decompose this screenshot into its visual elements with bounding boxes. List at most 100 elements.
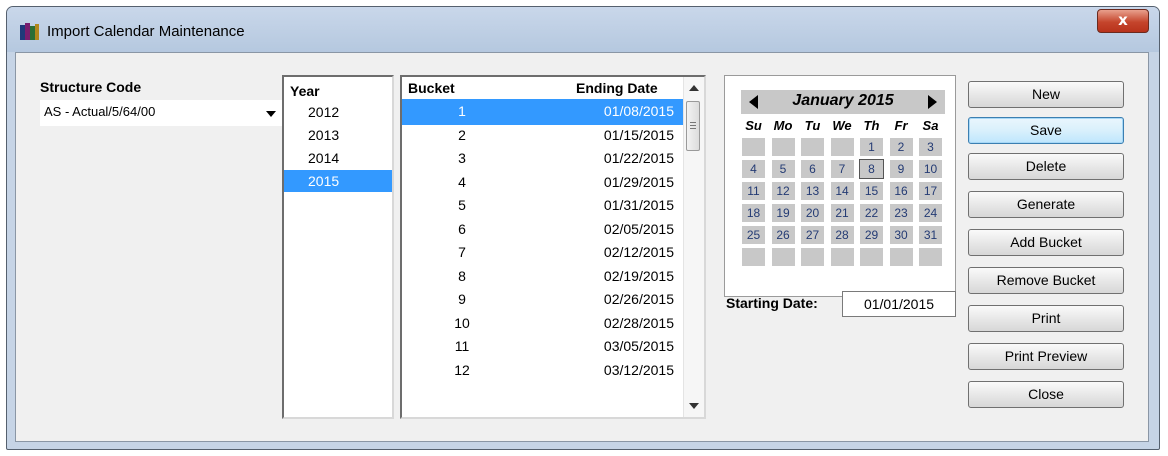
calendar-empty-day[interactable] [889, 248, 913, 266]
calendar-day[interactable]: 9 [889, 160, 913, 178]
calendar-day[interactable]: 22 [860, 204, 883, 222]
calendar-day[interactable]: 13 [801, 182, 824, 200]
calendar-day[interactable]: 12 [771, 182, 795, 200]
calendar-empty-day[interactable] [771, 248, 795, 266]
calendar-empty-day[interactable] [801, 248, 824, 266]
calendar-day[interactable]: 1 [860, 138, 883, 156]
bucket-row[interactable]: 6 02/05/2015 [402, 217, 684, 243]
calendar-day[interactable]: 23 [889, 204, 913, 222]
calendar-day[interactable]: 31 [919, 226, 942, 244]
bucket-row[interactable]: 8 02/19/2015 [402, 264, 684, 290]
weekday-label: Th [863, 118, 880, 133]
bucket-scrollbar[interactable] [683, 77, 704, 417]
bucket-ending-date: 02/19/2015 [603, 267, 674, 284]
year-item[interactable]: 2015 [284, 170, 392, 192]
bucket-row[interactable]: 5 01/31/2015 [402, 193, 684, 219]
delete-button[interactable]: Delete [968, 153, 1124, 180]
bucket-row[interactable]: 7 02/12/2015 [402, 240, 684, 266]
calendar-day[interactable]: 16 [889, 182, 913, 200]
bucket-number: 11 [454, 338, 470, 354]
calendar-empty-day[interactable] [830, 248, 854, 266]
calendar-day[interactable]: 17 [919, 182, 942, 200]
calendar-day[interactable]: 6 [801, 160, 824, 178]
calendar-day[interactable]: 30 [889, 226, 913, 244]
calendar-day[interactable]: 4 [742, 160, 765, 178]
calendar-day[interactable]: 10 [919, 160, 942, 178]
bucket-ending-date: 03/05/2015 [603, 338, 674, 354]
bucket-ending-date: 01/31/2015 [603, 197, 674, 213]
next-month-icon[interactable] [928, 95, 937, 109]
calendar-day[interactable]: 25 [742, 226, 765, 244]
starting-date-input[interactable]: 01/01/2015 [842, 291, 956, 317]
calendar-day[interactable]: 15 [860, 182, 883, 200]
bucket-row[interactable]: 10 02/28/2015 [402, 311, 684, 337]
year-listbox[interactable]: Year 2012 2013 2014 2015 [282, 75, 394, 419]
scroll-thumb[interactable] [686, 101, 700, 151]
calendar-day[interactable]: 3 [919, 138, 942, 156]
structure-code-dropdown[interactable]: AS - Actual/5/64/00 [40, 100, 282, 126]
add-bucket-button[interactable]: Add Bucket [968, 229, 1124, 256]
close-window-button[interactable]: x [1097, 9, 1149, 33]
generate-button-label: Generate [1016, 196, 1076, 212]
scroll-down-icon[interactable] [689, 403, 699, 409]
print-preview-button-label: Print Preview [1004, 348, 1088, 364]
chevron-down-icon[interactable] [266, 111, 276, 117]
close-button[interactable]: Close [968, 381, 1124, 408]
bucket-number: 5 [458, 197, 466, 213]
bucket-ending-date: 01/15/2015 [603, 126, 674, 143]
bucket-number: 7 [458, 244, 466, 260]
ending-date-column-header: Ending Date [576, 80, 658, 96]
calendar-empty-day[interactable] [919, 248, 942, 266]
calendar-day[interactable]: 21 [830, 204, 854, 222]
calendar-empty-day[interactable] [801, 138, 824, 156]
bucket-row[interactable]: 12 03/12/2015 [402, 358, 684, 384]
remove-bucket-button-label: Remove Bucket [996, 272, 1096, 288]
calendar-day[interactable]: 19 [771, 204, 795, 222]
title-bar[interactable]: Import Calendar Maintenance x [7, 7, 1159, 52]
calendar-empty-day[interactable] [742, 248, 765, 266]
save-button[interactable]: Save [968, 117, 1124, 144]
bucket-row[interactable]: 3 01/22/2015 [402, 146, 684, 172]
calendar-day[interactable]: 28 [830, 226, 854, 244]
scroll-up-icon[interactable] [689, 85, 699, 91]
calendar-day[interactable]: 11 [742, 182, 765, 200]
calendar-day[interactable]: 24 [919, 204, 942, 222]
calendar-empty-day[interactable] [771, 138, 795, 156]
calendar-day[interactable]: 27 [801, 226, 824, 244]
calendar-day[interactable]: 7 [830, 160, 854, 178]
generate-button[interactable]: Generate [968, 191, 1124, 218]
calendar-day[interactable]: 29 [860, 226, 883, 244]
calendar-widget: January 2015 Su Mo Tu We Th Fr Sa 1 2 3 4 5 6 7 8 9 10 1… [724, 75, 956, 297]
remove-bucket-button[interactable]: Remove Bucket [968, 267, 1124, 294]
starting-date-label: Starting Date: [726, 295, 818, 311]
year-item[interactable]: 2014 [284, 147, 392, 169]
new-button[interactable]: New [968, 81, 1124, 108]
bucket-row[interactable]: 4 01/29/2015 [402, 170, 684, 196]
year-item[interactable]: 2013 [284, 124, 392, 146]
bucket-row[interactable]: 2 01/15/2015 [402, 123, 684, 149]
calendar-day[interactable]: 18 [742, 204, 765, 222]
print-preview-button[interactable]: Print Preview [968, 343, 1124, 370]
bucket-ending-date: 02/05/2015 [603, 220, 674, 237]
calendar-day[interactable]: 20 [801, 204, 824, 222]
bucket-row[interactable]: 9 02/26/2015 [402, 287, 684, 313]
calendar-day[interactable]: 8 [859, 159, 884, 179]
print-button[interactable]: Print [968, 305, 1124, 332]
calendar-day[interactable]: 2 [889, 138, 913, 156]
bucket-listbox[interactable]: Bucket Ending Date 1 01/08/2015 2 01/15/201… [400, 75, 706, 419]
calendar-empty-day[interactable] [742, 138, 765, 156]
bucket-ending-date: 01/08/2015 [603, 103, 674, 119]
bucket-number: 4 [458, 173, 466, 190]
bucket-number: 3 [458, 150, 466, 166]
bucket-ending-date: 03/12/2015 [603, 361, 674, 378]
dialog-body: Structure Code AS - Actual/5/64/00 Year … [15, 52, 1149, 442]
calendar-empty-day[interactable] [860, 248, 883, 266]
year-item[interactable]: 2012 [284, 101, 392, 123]
bucket-row[interactable]: 11 03/05/2015 [402, 334, 684, 360]
calendar-day[interactable]: 5 [771, 160, 795, 178]
calendar-empty-day[interactable] [830, 138, 854, 156]
calendar-day[interactable]: 26 [771, 226, 795, 244]
calendar-day[interactable]: 14 [830, 182, 854, 200]
bucket-row[interactable]: 1 01/08/2015 [402, 99, 684, 125]
weekday-label: Tu [804, 118, 821, 133]
